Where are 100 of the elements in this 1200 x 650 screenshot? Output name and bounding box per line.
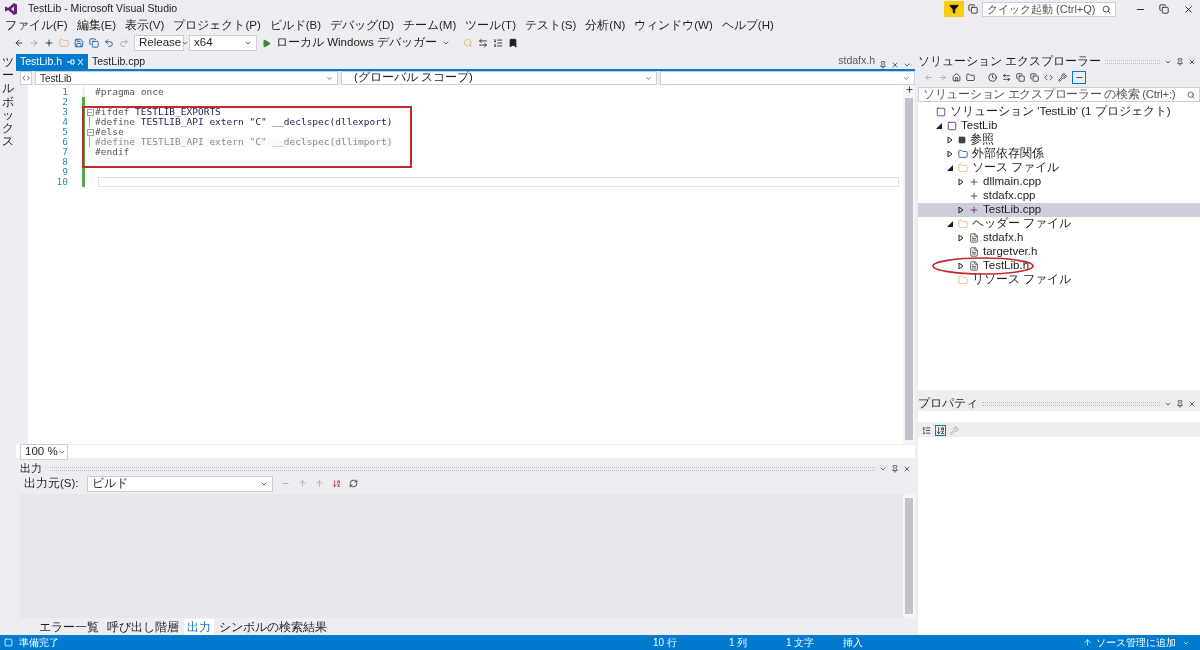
- switch-view-icon[interactable]: [966, 72, 975, 82]
- step-icon[interactable]: [478, 38, 489, 48]
- collapsed-arrow-icon[interactable]: [957, 179, 965, 185]
- line-number: 3: [61, 107, 68, 117]
- pin-icon[interactable]: [1176, 399, 1184, 408]
- search-icon[interactable]: [1102, 4, 1111, 14]
- collapsed-arrow-icon[interactable]: [946, 151, 954, 157]
- history-icon[interactable]: [988, 72, 997, 82]
- collapsed-arrow-icon[interactable]: [957, 235, 965, 241]
- tree-item[interactable]: リソース ファイル: [918, 273, 1200, 287]
- word-wrap-icon[interactable]: [348, 479, 358, 488]
- plus-file-icon: [969, 205, 979, 215]
- caret-icon[interactable]: [645, 74, 652, 82]
- panel-tab[interactable]: 出力: [184, 618, 214, 637]
- save-icon[interactable]: [74, 38, 84, 48]
- search-field[interactable]: ソリューション エクスプローラー の検索 (Ctrl+:): [918, 87, 1200, 102]
- expanded-arrow-icon[interactable]: [946, 221, 954, 227]
- menu-item[interactable]: ヘルプ(H): [721, 17, 774, 35]
- pin-close-icon[interactable]: [66, 57, 85, 66]
- caret-icon[interactable]: [442, 39, 451, 47]
- sort-icon[interactable]: [935, 424, 946, 436]
- tree-item[interactable]: 参照: [918, 133, 1200, 147]
- preview-tab[interactable]: stdafx.h: [838, 53, 875, 69]
- clear-all-icon[interactable]: [331, 479, 341, 488]
- close-icon[interactable]: [1188, 57, 1196, 66]
- menu-item[interactable]: 表示(V): [125, 17, 165, 35]
- play-icon[interactable]: [262, 38, 271, 48]
- collapse-icon[interactable]: [86, 128, 94, 136]
- undo-icon[interactable]: [104, 38, 114, 48]
- source-control-button[interactable]: ソース管理に追加: [1096, 635, 1176, 650]
- scrollbar-thumb[interactable]: [905, 498, 913, 614]
- quick-launch-field[interactable]: クイック起動 (Ctrl+Q): [982, 1, 1116, 17]
- caret-icon[interactable]: [181, 39, 190, 47]
- expanded-arrow-icon[interactable]: [946, 165, 954, 171]
- collapsed-arrow-icon[interactable]: [957, 263, 965, 269]
- panel-tab[interactable]: シンボルの検索結果: [216, 618, 330, 637]
- menu-item[interactable]: プロジェクト(P): [173, 17, 261, 35]
- menu-item[interactable]: 編集(E): [76, 17, 117, 35]
- collapsed-arrow-icon[interactable]: [946, 137, 954, 143]
- caret-icon[interactable]: [326, 74, 333, 82]
- bookmark-icon[interactable]: [508, 38, 519, 48]
- tree-item[interactable]: ヘッダー ファイル: [918, 217, 1200, 231]
- menu-item[interactable]: 分析(N): [585, 17, 626, 35]
- collapse-icon[interactable]: [86, 108, 94, 116]
- panel-title: プロパティ: [918, 395, 978, 411]
- sync-icon[interactable]: [1002, 72, 1011, 82]
- document-tab[interactable]: TestLib.cpp: [88, 54, 150, 69]
- panel-tab[interactable]: 呼び出し階層: [104, 618, 182, 637]
- menu-item[interactable]: ツール(T): [465, 17, 516, 35]
- arrow-up-icon[interactable]: [1083, 638, 1092, 647]
- tree-item[interactable]: 外部依存関係: [918, 147, 1200, 161]
- pin-icon[interactable]: [1176, 57, 1184, 66]
- code-icon[interactable]: [1044, 72, 1053, 82]
- menu-item[interactable]: デバッグ(D): [330, 17, 395, 35]
- new-project-icon[interactable]: [44, 38, 54, 48]
- document-tab[interactable]: TestLib.h: [16, 54, 89, 69]
- settings-icon[interactable]: [1058, 72, 1067, 82]
- scope-dropdown[interactable]: (グローバル スコープ): [341, 71, 657, 85]
- menu-item[interactable]: テスト(S): [524, 17, 577, 35]
- search-icon[interactable]: [1187, 90, 1195, 99]
- collapsed-arrow-icon[interactable]: [957, 207, 965, 213]
- tree-item[interactable]: ソース ファイル: [918, 161, 1200, 175]
- tree-label: dllmain.cpp: [983, 174, 1042, 190]
- home-icon[interactable]: [952, 72, 961, 82]
- panel-tab[interactable]: エラー一覧: [36, 618, 102, 637]
- filter-icon[interactable]: [944, 1, 964, 17]
- scrollbar-thumb[interactable]: [905, 98, 913, 440]
- split-icon[interactable]: [904, 85, 914, 94]
- menu-item[interactable]: チーム(M): [403, 17, 457, 35]
- tree-item[interactable]: TestLib.h: [918, 259, 1200, 273]
- platform-dropdown[interactable]: x64: [189, 35, 257, 51]
- expanded-arrow-icon[interactable]: [935, 123, 943, 129]
- caret-icon[interactable]: [244, 39, 252, 47]
- line-number: 10: [55, 177, 68, 187]
- tree-item[interactable]: dllmain.cpp: [918, 175, 1200, 189]
- preview-icon[interactable]: [1072, 70, 1086, 84]
- tree-item[interactable]: targetver.h: [918, 245, 1200, 259]
- pin-icon[interactable]: [879, 61, 887, 69]
- toolbox-label[interactable]: ツールボックス: [2, 56, 14, 149]
- back-icon[interactable]: [14, 38, 24, 48]
- close-icon[interactable]: [891, 61, 899, 69]
- tree-item[interactable]: ソリューション 'TestLib' (1 プロジェクト): [918, 105, 1200, 119]
- indent-icon[interactable]: [493, 38, 504, 48]
- source-dropdown[interactable]: ビルド: [86, 475, 273, 492]
- menu-item[interactable]: ウィンドウ(W): [634, 17, 713, 35]
- categorized-icon[interactable]: [922, 425, 931, 435]
- tree-item[interactable]: TestLib: [918, 119, 1200, 133]
- save-all-icon[interactable]: [89, 38, 99, 48]
- tree-item[interactable]: TestLib.cpp: [918, 203, 1200, 217]
- close-icon[interactable]: [903, 464, 911, 473]
- close-icon[interactable]: [1188, 399, 1196, 408]
- menu-item[interactable]: ビルド(B): [269, 17, 322, 35]
- show-all-files-icon[interactable]: [1030, 72, 1039, 82]
- tree-item[interactable]: stdafx.cpp: [918, 189, 1200, 203]
- project-dropdown[interactable]: TestLib: [35, 71, 338, 85]
- collapse-all-icon[interactable]: [1016, 72, 1025, 82]
- debugger-button[interactable]: ローカル Windows デバッガー: [276, 34, 438, 52]
- pin-icon[interactable]: [891, 464, 899, 473]
- tree-item[interactable]: stdafx.h: [918, 231, 1200, 245]
- menu-item[interactable]: ファイル(F): [5, 17, 68, 35]
